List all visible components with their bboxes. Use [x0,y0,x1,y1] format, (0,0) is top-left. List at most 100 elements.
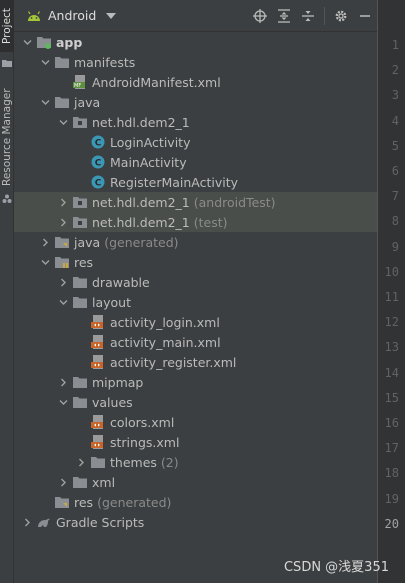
chevron-down-icon[interactable] [106,10,118,22]
line-number: 13 [384,340,399,355]
package-icon [72,194,88,210]
module-folder-icon [36,34,52,50]
gear-icon[interactable] [329,4,353,28]
line-number: 4 [391,113,399,128]
chevron-right-icon[interactable] [58,372,68,392]
folder-icon [72,274,88,290]
chevron-right-icon[interactable] [58,192,68,212]
tree-node[interactable]: C RegisterMainActivity [14,172,377,192]
project-view-selector[interactable]: Android [48,8,96,23]
expand-all-icon[interactable] [272,4,296,28]
svg-text:C: C [95,139,102,149]
tree-node-label: activity_main.xml [110,334,221,350]
tree-node[interactable]: mipmap [14,372,377,392]
tree-node[interactable]: layout [14,292,377,312]
chevron-right-icon[interactable] [40,232,50,252]
chevron-down-icon[interactable] [58,392,68,412]
locate-file-icon[interactable] [248,4,272,28]
tree-node[interactable]: Gradle Scripts [14,512,377,532]
tree-node-label: res [74,254,94,270]
project-tool-tab-label: Project [1,8,13,44]
folder-icon [72,394,88,410]
tree-node-suffix: (androidTest) [193,194,276,210]
layout-file-icon [90,334,106,350]
tree-node-suffix: (2) [160,454,179,470]
tree-node[interactable]: C MainActivity [14,152,377,172]
line-number: 6 [391,164,399,178]
tool-window-strip: Project Resource Manager [0,0,14,583]
chevron-down-icon[interactable] [40,52,50,72]
svg-text:MF: MF [74,83,81,89]
chevron-right-icon[interactable] [58,212,68,232]
tree-node[interactable]: themes (2) [14,452,377,472]
tree-node[interactable]: C LoginActivity [14,132,377,152]
tree-node[interactable]: app [14,32,377,52]
watermark: CSDN @浅夏351 [283,560,389,575]
tree-node[interactable]: activity_register.xml [14,352,377,372]
chevron-down-icon[interactable] [40,252,50,272]
tree-node[interactable]: java (generated) [14,232,377,252]
tree-node-label: mipmap [92,374,144,390]
tree-node[interactable]: net.hdl.dem2_1 [14,112,377,132]
tree-node-label: net.hdl.dem2_1 [92,194,190,210]
manifest-file-icon: MF [72,74,88,90]
line-number: 10 [384,264,399,279]
resource-manager-tool-tab[interactable]: Resource Manager [0,86,14,188]
line-number: 5 [391,138,399,153]
tree-node[interactable]: java [14,92,377,112]
tree-node-label: LoginActivity [110,134,191,150]
class-icon: C [90,154,106,170]
tree-node-label: net.hdl.dem2_1 [92,214,190,230]
folder-icon [2,56,12,67]
chevron-right-icon[interactable] [76,452,86,472]
tree-node-label: activity_login.xml [110,314,220,330]
tree-node[interactable]: MF AndroidManifest.xml [14,72,377,92]
chevron-right-icon[interactable] [22,512,32,532]
resource-manager-icon [2,192,12,203]
tree-node[interactable]: xml [14,472,377,492]
values-file-icon [90,434,106,450]
chevron-down-icon[interactable] [40,92,50,112]
chevron-down-icon[interactable] [58,112,68,132]
project-tool-tab[interactable]: Project [0,0,14,52]
layout-file-icon [90,354,106,370]
tree-node-suffix: (generated) [104,234,179,250]
folder-icon [72,294,88,310]
folder-icon [90,454,106,470]
tree-node-label: activity_register.xml [110,354,237,370]
chevron-down-icon[interactable] [58,292,68,312]
line-number: 20 [384,516,399,531]
line-number: 17 [384,441,399,456]
line-number: 3 [391,88,399,103]
tree-node[interactable]: res (generated) [14,492,377,512]
tree-node[interactable]: activity_login.xml [14,312,377,332]
line-number: 18 [384,466,399,481]
svg-text:C: C [95,179,102,189]
tree-node[interactable]: strings.xml [14,432,377,452]
hide-icon[interactable] [353,4,377,28]
project-toolbar: Android [14,0,377,32]
tree-node[interactable]: net.hdl.dem2_1 (androidTest) [14,192,377,212]
tree-node[interactable]: values [14,392,377,412]
chevron-down-icon[interactable] [22,32,32,52]
tree-node-label: AndroidManifest.xml [92,74,221,90]
tree-node[interactable]: net.hdl.dem2_1 (test) [14,212,377,232]
class-icon: C [90,134,106,150]
tree-node[interactable]: drawable [14,272,377,292]
line-number: 8 [391,214,399,229]
tree-node[interactable]: activity_main.xml [14,332,377,352]
chevron-right-icon[interactable] [58,272,68,292]
tree-node[interactable]: manifests [14,52,377,72]
tree-node[interactable]: colors.xml [14,412,377,432]
chevron-right-icon[interactable] [58,472,68,492]
editor-gutter: 1 2 3 4 5 6 7 8 9 10 11 12 13 14 15 16 17 18 19 20 [377,0,405,583]
tree-node-label: java [74,234,101,250]
tree-node[interactable]: res [14,252,377,272]
line-number: 7 [391,189,399,204]
collapse-all-icon[interactable] [296,4,320,28]
